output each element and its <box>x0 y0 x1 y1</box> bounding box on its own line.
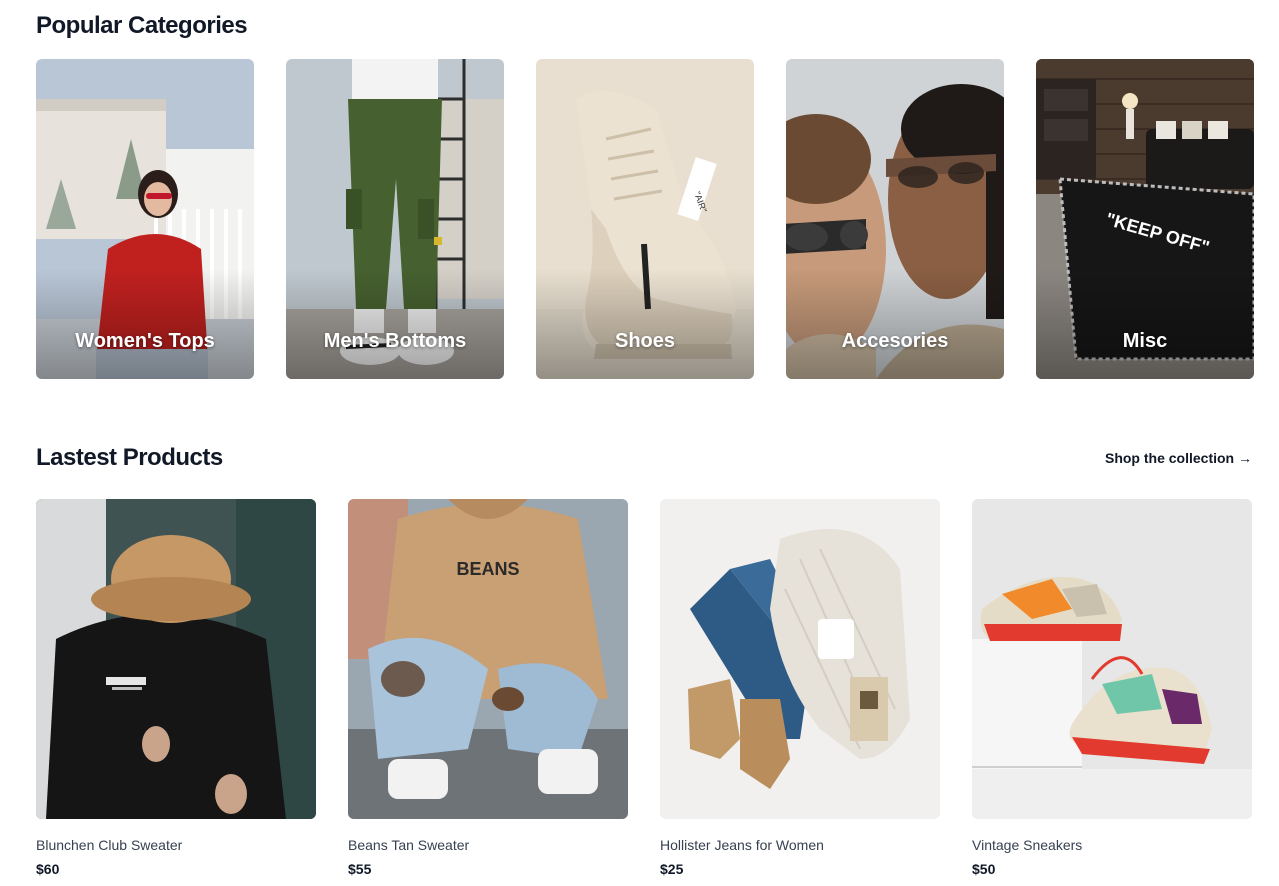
hollister-jeans-image <box>660 499 940 819</box>
category-image-overlay <box>286 269 504 379</box>
hoodie-text: BEANS <box>456 559 519 579</box>
vintage-sneakers-image <box>972 499 1252 819</box>
products-grid: Blunchen Club Sweater $60 BEANS Beans Ta… <box>36 499 1252 877</box>
product-name: Beans Tan Sweater <box>348 837 470 853</box>
category-card-shoes[interactable]: "AIR" Shoes <box>536 59 754 379</box>
category-card-accessories[interactable]: Accesories <box>786 59 1004 379</box>
category-image-overlay <box>36 269 254 379</box>
product-price: $50 <box>972 861 996 877</box>
category-card-mens-bottoms[interactable]: Men's Bottoms <box>286 59 504 379</box>
product-card[interactable]: BEANS Beans Tan Sweater $55 <box>348 499 628 877</box>
product-image: BEANS <box>348 499 628 819</box>
categories-grid: Women's Tops Men's Bottoms "AIR" Shoes A… <box>36 59 1254 379</box>
product-name: Blunchen Club Sweater <box>36 837 183 853</box>
product-price: $55 <box>348 861 372 877</box>
popular-categories-heading: Popular Categories <box>36 12 248 39</box>
product-image <box>36 499 316 819</box>
beans-sweater-image: BEANS <box>348 499 628 819</box>
product-price: $25 <box>660 861 684 877</box>
product-card[interactable]: Blunchen Club Sweater $60 <box>36 499 316 877</box>
product-card[interactable]: Vintage Sneakers $50 <box>972 499 1252 877</box>
category-image-overlay <box>786 269 1004 379</box>
category-image-overlay <box>536 269 754 379</box>
product-price: $60 <box>36 861 60 877</box>
product-name: Vintage Sneakers <box>972 837 1083 853</box>
category-label: Men's Bottoms <box>323 330 467 352</box>
category-label: Misc <box>1122 330 1168 352</box>
latest-products-heading: Lastest Products <box>36 444 223 471</box>
shop-collection-link[interactable]: Shop the collection → <box>1105 450 1252 466</box>
blunchen-sweater-image <box>36 499 316 819</box>
category-image-overlay <box>1036 269 1254 379</box>
product-card[interactable]: Hollister Jeans for Women $25 <box>660 499 940 877</box>
category-label: Accesories <box>841 330 949 352</box>
category-card-womens-tops[interactable]: Women's Tops <box>36 59 254 379</box>
product-image <box>972 499 1252 819</box>
category-label: Shoes <box>614 330 676 352</box>
product-name: Hollister Jeans for Women <box>660 837 824 853</box>
category-card-misc[interactable]: "KEEP OFF" Misc <box>1036 59 1254 379</box>
category-label: Women's Tops <box>75 330 215 352</box>
product-image <box>660 499 940 819</box>
